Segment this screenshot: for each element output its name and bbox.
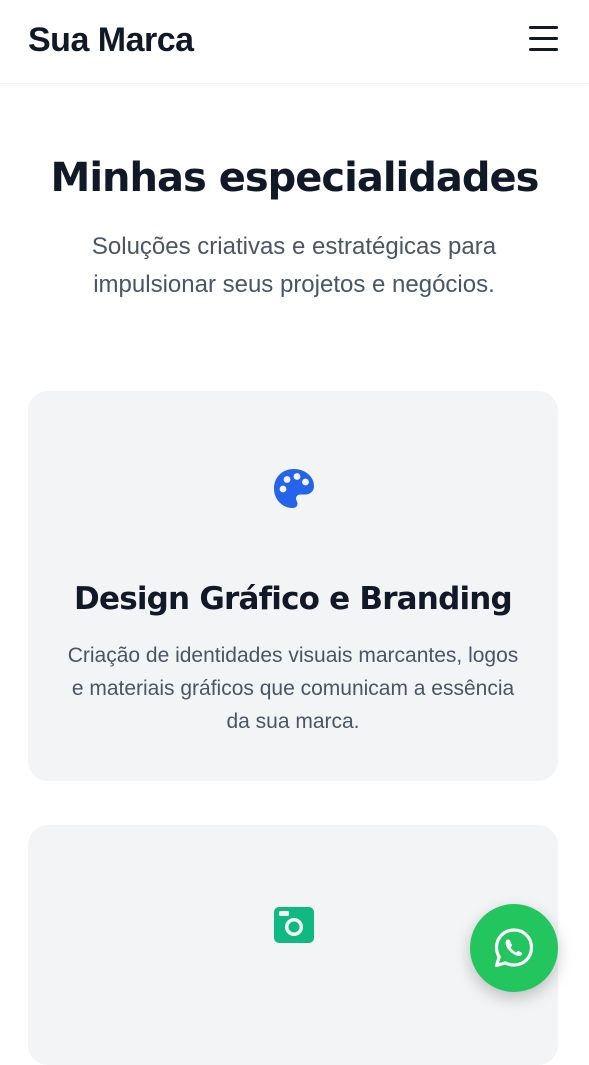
card-description: Criação de identidades visuais marcantes… — [67, 644, 519, 733]
section-title: Minhas especialidades — [50, 155, 540, 201]
service-card-design: Design Gráfico e Branding Criação de ide… — [28, 391, 558, 781]
card-title: Design Gráfico e Branding — [74, 581, 513, 617]
hamburger-menu-icon[interactable] — [524, 22, 564, 56]
section-subtitle: Soluções criativas e estratégicas para i… — [91, 233, 497, 298]
site-header: Sua Marca — [0, 0, 589, 84]
brand-logo[interactable]: Sua Marca — [28, 20, 194, 60]
whatsapp-icon — [494, 928, 534, 968]
palette-icon — [272, 467, 316, 511]
camera-icon — [272, 903, 316, 947]
whatsapp-button[interactable] — [470, 904, 558, 992]
